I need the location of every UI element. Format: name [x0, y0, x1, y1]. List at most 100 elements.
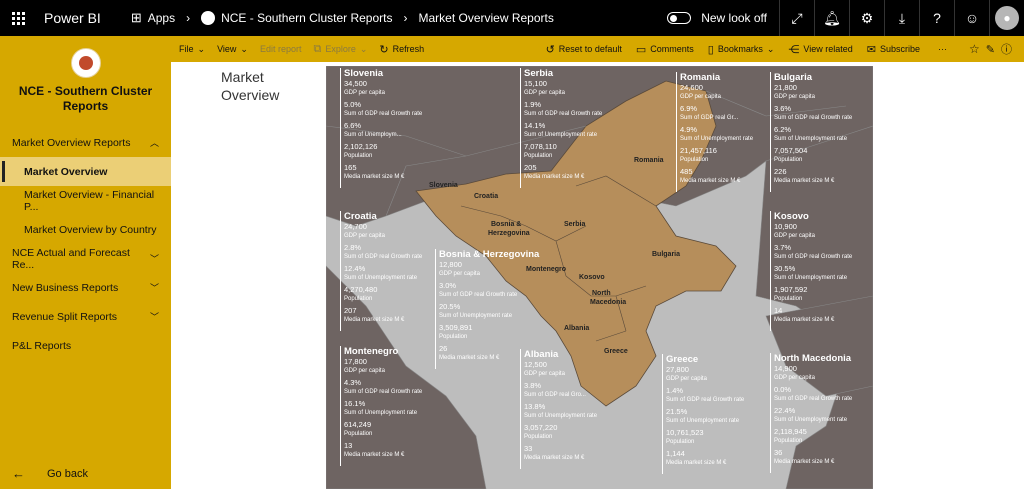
unemployment-value: 6.2%	[774, 125, 792, 134]
settings-gear-icon[interactable]: ⚙	[849, 0, 884, 36]
population-value: 3,057,220	[524, 423, 558, 432]
country-card-montenegro[interactable]: Montenegro 17,800 GDP per capita 4.3% Sum of…	[344, 346, 422, 463]
sidebar-item-market-overview-financial[interactable]: Market Overview - Financial P...	[0, 186, 171, 215]
media-size-value: 165	[344, 163, 357, 172]
country-card-slovenia[interactable]: Slovenia 34,500 GDP per capita 5.0% Sum of G…	[344, 68, 422, 185]
country-card-greece[interactable]: Greece 27,800 GDP per capita 1.4% Sum of GDP…	[666, 354, 744, 471]
favorite-star-icon[interactable]: ☆	[969, 42, 980, 56]
media-size-value: 36	[774, 448, 783, 457]
gdp-value: 15,100	[524, 79, 547, 88]
command-bar: File ⌄ View ⌄ Edit report ⧉ Explore ⌄ ↻ Refre…	[171, 36, 1024, 62]
country-card-albania[interactable]: Albania 12,500 GDP per capita 3.8% Sum of GD…	[524, 349, 597, 466]
unemployment-label: Sum of Unemployment rate	[774, 135, 848, 142]
sidebar-item-new-business-reports[interactable]: New Business Reports ﹀	[0, 273, 171, 302]
country-card-serbia[interactable]: Serbia 15,100 GDP per capita 1.9% Sum of GDP…	[524, 68, 602, 185]
card-divider	[676, 72, 677, 192]
sidebar-item-pl-reports[interactable]: P&L Reports	[0, 331, 171, 360]
country-name: Bulgaria	[774, 72, 813, 83]
gdp-value: 24,700	[344, 222, 367, 231]
breadcrumb-report[interactable]: Market Overview Reports	[418, 11, 553, 25]
info-icon[interactable]: ⓘ	[1001, 41, 1012, 57]
new-look-label: New look off	[701, 11, 767, 25]
unemployment-value: 6.6%	[344, 121, 362, 130]
breadcrumb-apps[interactable]: Apps	[148, 11, 175, 25]
subscribe-label: Subscribe	[879, 44, 921, 54]
unemployment-label: Sum of Unemployment rate	[774, 416, 848, 423]
explore-menu[interactable]: ⧉ Explore ⌄	[314, 43, 368, 56]
country-card-bulgaria[interactable]: Bulgaria 21,800 GDP per capita 3.6% Sum of G…	[774, 72, 852, 189]
media-size-label: Media market size M €	[680, 177, 741, 184]
card-divider	[340, 346, 341, 466]
country-card-north-macedonia[interactable]: North Macedonia 14,900 GDP per capita 0.0% S…	[774, 353, 852, 470]
gdp-label: GDP per capita	[344, 232, 385, 239]
growth-label: Sum of GDP real Gro...	[524, 391, 586, 398]
gdp-value: 12,500	[524, 360, 547, 369]
population-value: 614,249	[344, 420, 372, 429]
download-icon[interactable]: ⤓	[884, 0, 919, 36]
more-options-icon[interactable]: ···	[938, 44, 947, 54]
unemployment-value: 12.4%	[344, 264, 366, 273]
refresh-button[interactable]: ↻ Refresh	[379, 43, 424, 56]
media-size-value: 226	[774, 167, 787, 176]
country-card-croatia[interactable]: Croatia 24,700 GDP per capita 2.8% Sum of GD…	[344, 211, 422, 328]
feedback-smiley-icon[interactable]: ☺	[954, 0, 989, 36]
population-label: Population	[680, 156, 709, 163]
unemployment-value: 21.5%	[666, 407, 688, 416]
chevron-down-icon: ⌄	[359, 43, 368, 54]
app-launcher-button[interactable]	[0, 0, 36, 36]
population-value: 7,078,110	[524, 142, 557, 151]
unemployment-value: 4.9%	[680, 125, 698, 134]
unemployment-value: 16.1%	[344, 399, 366, 408]
unemployment-value: 22.4%	[774, 406, 796, 415]
chevron-down-icon: ⌄	[197, 43, 206, 54]
unemployment-label: Sum of Unemployment rate	[524, 412, 598, 419]
go-back-label: Go back	[47, 467, 88, 480]
unemployment-label: Sum of Unemploym...	[344, 131, 402, 138]
sidebar-item-market-overview[interactable]: Market Overview	[0, 157, 171, 186]
growth-label: Sum of GDP real Growth rate	[774, 114, 853, 121]
gdp-label: GDP per capita	[344, 89, 385, 96]
breadcrumb-workspace[interactable]: NCE - Southern Cluster Reports	[221, 11, 392, 25]
sidebar-item-label: NCE Actual and Forecast Re...	[12, 246, 130, 271]
account-button[interactable]: ●	[989, 0, 1024, 36]
growth-value: 3.8%	[524, 381, 542, 390]
workspace-logo-icon	[201, 11, 216, 25]
country-card-romania[interactable]: Romania 24,600 GDP per capita 6.9% Sum of GD…	[680, 72, 753, 189]
apps-icon: ⊞	[130, 10, 142, 25]
file-menu[interactable]: File ⌄	[179, 44, 205, 55]
sidebar-item-nce-actual-forecast[interactable]: NCE Actual and Forecast Re... ﹀	[0, 244, 171, 273]
card-divider	[770, 353, 771, 473]
card-divider	[770, 211, 771, 331]
sidebar-item-revenue-split-reports[interactable]: Revenue Split Reports ﹀	[0, 302, 171, 331]
country-name: Kosovo	[774, 211, 809, 222]
bookmarks-menu[interactable]: ▯ Bookmarks ⌄	[708, 43, 775, 56]
notifications-bell-icon[interactable]: 🔔︎	[814, 0, 849, 36]
balkans-map[interactable]: Slovenia Croatia Bosnia & Herzegovina Serbia…	[326, 66, 873, 489]
growth-label: Sum of GDP real Growth rate	[666, 396, 745, 403]
growth-value: 3.7%	[774, 243, 792, 252]
page-title: Market Overview	[221, 68, 279, 104]
reset-to-default-button[interactable]: ↺ Reset to default	[546, 43, 622, 56]
card-divider	[662, 354, 663, 474]
sidebar-item-market-overview-reports[interactable]: Market Overview Reports ︿	[0, 128, 171, 157]
country-card-kosovo[interactable]: Kosovo 10,900 GDP per capita 3.7% Sum of GDP…	[774, 211, 852, 328]
brand-name[interactable]: Power BI	[44, 10, 101, 26]
country-name: Albania	[524, 349, 559, 360]
gdp-label: GDP per capita	[680, 93, 721, 100]
subscribe-button[interactable]: ✉ Subscribe	[867, 43, 920, 56]
growth-value: 1.9%	[524, 100, 542, 109]
go-back-button[interactable]: ← Go back	[12, 466, 88, 481]
gdp-value: 17,800	[344, 357, 367, 366]
view-related-button[interactable]: ⋲ View related	[788, 43, 852, 56]
new-look-toggle[interactable]	[667, 12, 692, 24]
comments-button[interactable]: ▭ Comments	[636, 43, 694, 56]
growth-label: Sum of GDP real Growth rate	[344, 388, 423, 395]
gdp-value: 24,600	[680, 83, 703, 92]
fullscreen-icon[interactable]: ⤢	[779, 0, 814, 36]
edit-pencil-icon[interactable]: ✎	[986, 43, 995, 56]
help-icon[interactable]: ?	[919, 0, 954, 36]
view-menu[interactable]: View ⌄	[217, 44, 248, 55]
edit-report-button[interactable]: Edit report	[260, 44, 302, 54]
reset-icon: ↺	[545, 43, 555, 56]
sidebar-item-market-overview-by-country[interactable]: Market Overview by Country	[0, 215, 171, 244]
